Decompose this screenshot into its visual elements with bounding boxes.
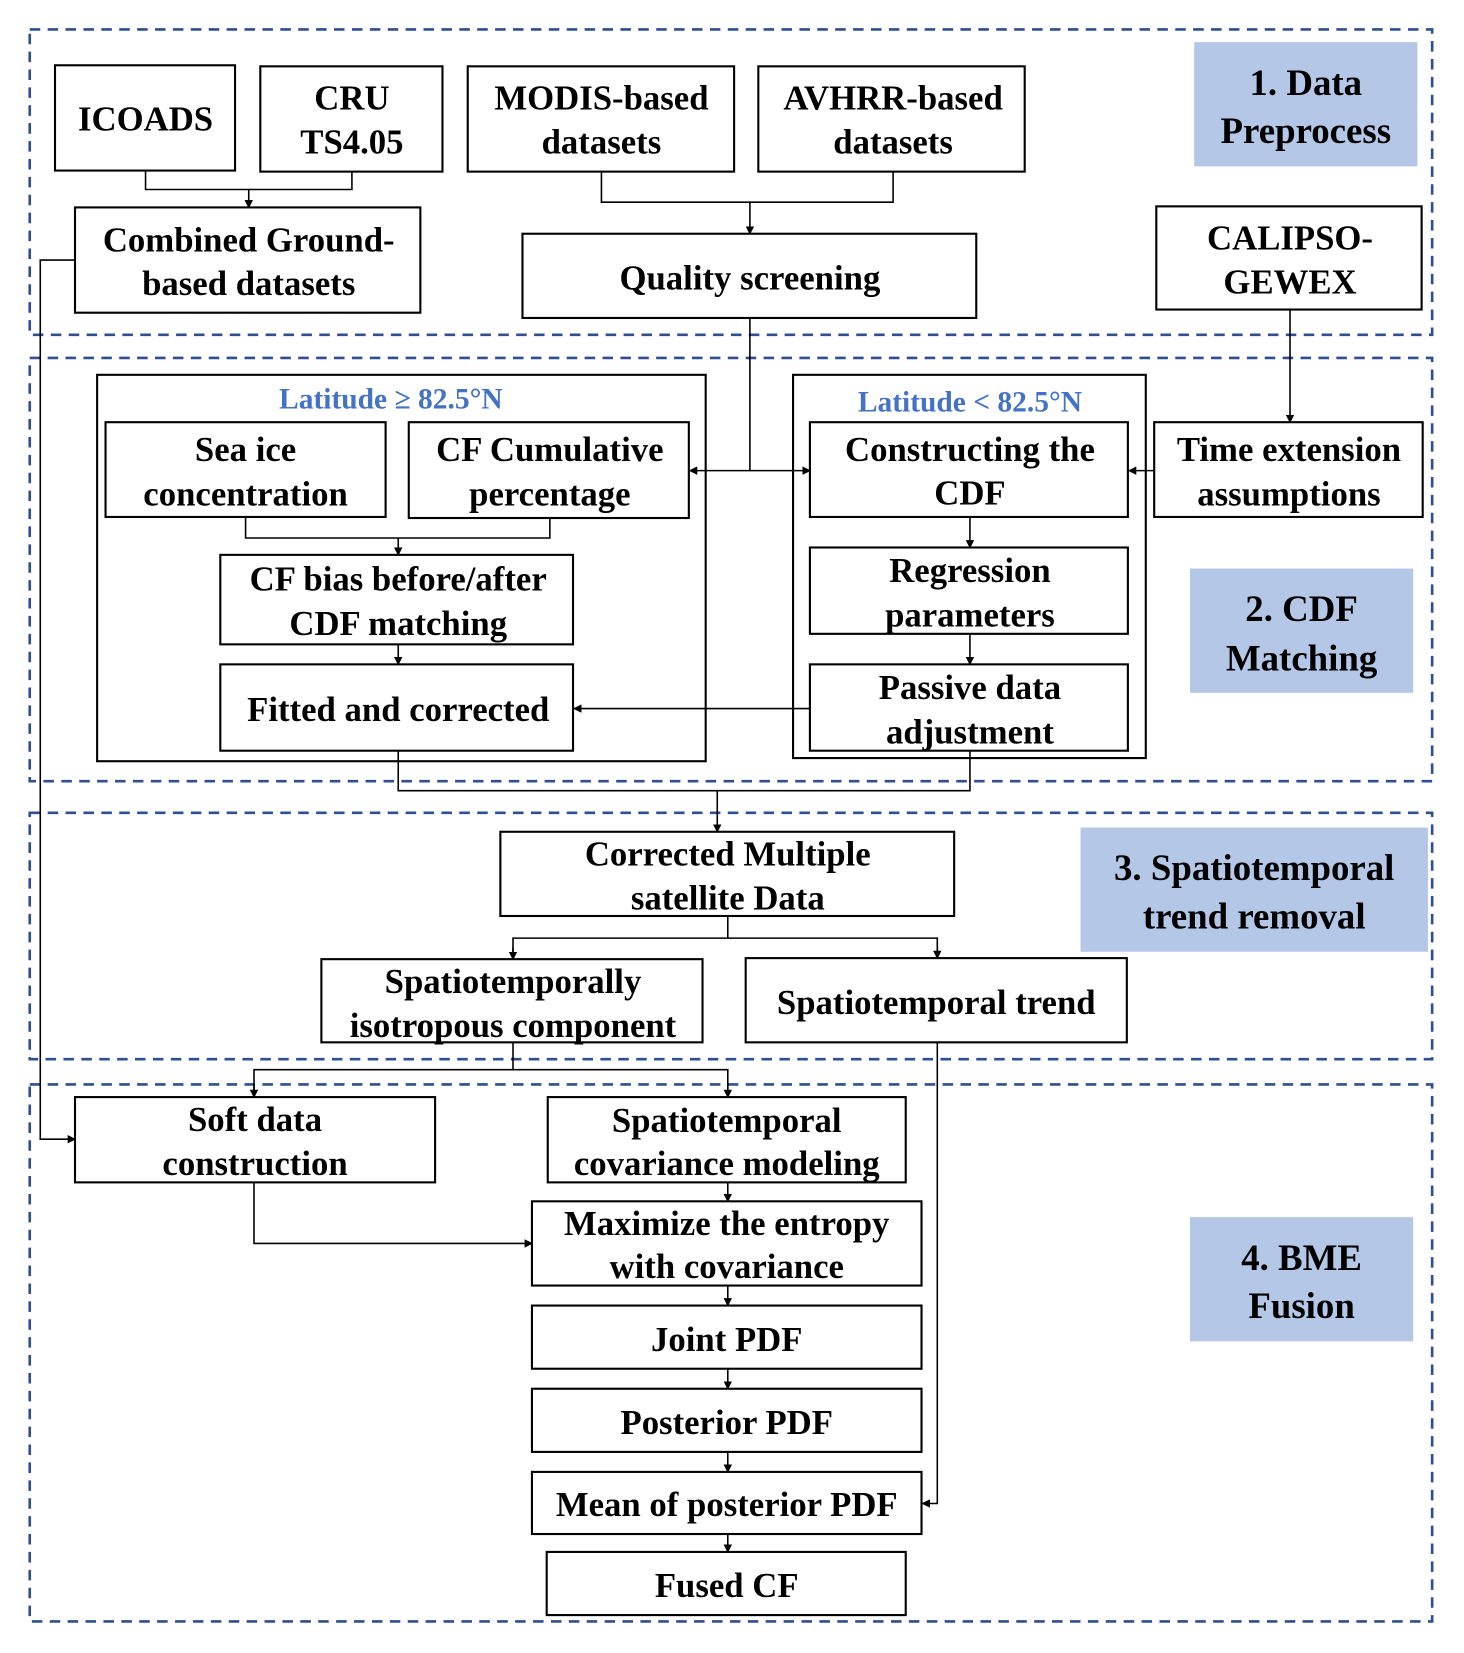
- svg-text:Regression: Regression: [889, 551, 1050, 590]
- box-modis: MODIS-based datasets: [466, 65, 736, 173]
- box-cf-bias: CF bias before/after CDF matching: [219, 553, 575, 646]
- svg-text:Quality screening: Quality screening: [619, 259, 880, 298]
- svg-text:parameters: parameters: [885, 595, 1055, 634]
- svg-text:Passive data: Passive data: [879, 668, 1061, 707]
- box-quality-screening: Quality screening: [521, 232, 978, 320]
- box-calipso: CALIPSO- GEWEX: [1155, 205, 1423, 311]
- svg-text:Posterior PDF: Posterior PDF: [620, 1403, 833, 1442]
- svg-text:Combined Ground-: Combined Ground-: [103, 221, 395, 260]
- svg-text:isotropous component: isotropous component: [350, 1006, 677, 1045]
- box-passive-adjustment: Passive data adjustment: [808, 663, 1129, 752]
- stage-label-2: 2. CDF Matching: [1189, 568, 1414, 693]
- svg-text:Spatiotemporally: Spatiotemporally: [385, 962, 642, 1001]
- svg-text:CALIPSO-: CALIPSO-: [1207, 219, 1373, 258]
- svg-text:satellite Data: satellite Data: [631, 879, 825, 918]
- svg-text:AVHRR-based: AVHRR-based: [783, 78, 1002, 117]
- svg-text:datasets: datasets: [833, 123, 953, 162]
- svg-text:trend removal: trend removal: [1143, 896, 1366, 937]
- svg-text:based datasets: based datasets: [142, 264, 355, 303]
- svg-text:Constructing the: Constructing the: [845, 430, 1095, 469]
- svg-text:Mean of posterior PDF: Mean of posterior PDF: [556, 1485, 898, 1524]
- svg-text:concentration: concentration: [143, 474, 348, 513]
- box-avhrr: AVHRR-based datasets: [757, 65, 1026, 173]
- svg-text:Spatiotemporal trend: Spatiotemporal trend: [777, 983, 1096, 1022]
- svg-text:Fitted and corrected: Fitted and corrected: [247, 690, 549, 729]
- low-latitude-label: Latitude < 82.5°N: [858, 387, 1082, 419]
- svg-text:Spatiotemporal: Spatiotemporal: [612, 1101, 842, 1140]
- svg-text:assumptions: assumptions: [1197, 474, 1380, 513]
- svg-text:2. CDF: 2. CDF: [1245, 588, 1358, 629]
- box-fitted-corrected: Fitted and corrected: [219, 663, 575, 752]
- svg-text:Matching: Matching: [1226, 638, 1378, 679]
- box-joint-pdf: Joint PDF: [530, 1304, 923, 1370]
- box-combined-ground: Combined Ground-based datasets: [73, 206, 422, 314]
- box-maximize-entropy: Maximize the entropy with covariance: [530, 1200, 923, 1287]
- svg-text:4. BME: 4. BME: [1241, 1237, 1362, 1278]
- box-isotropous: Spatiotemporally isotropous component: [320, 958, 704, 1045]
- box-cru: CRU TS4.05: [259, 65, 444, 173]
- svg-text:Sea ice: Sea ice: [195, 430, 296, 469]
- svg-text:Joint PDF: Joint PDF: [651, 1320, 802, 1359]
- svg-text:Fused CF: Fused CF: [655, 1566, 799, 1605]
- box-sea-ice: Sea ice concentration: [104, 421, 387, 519]
- stage-label-1: 1. Data Preprocess: [1194, 42, 1418, 167]
- svg-text:ICOADS: ICOADS: [78, 100, 213, 139]
- svg-text:CF bias before/after: CF bias before/after: [250, 560, 547, 599]
- svg-text:MODIS-based: MODIS-based: [494, 78, 708, 117]
- svg-text:1. Data: 1. Data: [1250, 62, 1363, 103]
- svg-text:CDF matching: CDF matching: [289, 604, 507, 643]
- flowchart: 1. Data Preprocess 2. CDF Matching 3. Sp…: [28, 28, 1434, 1623]
- high-latitude-label: Latitude ≥ 82.5°N: [279, 384, 503, 416]
- svg-text:Corrected Multiple: Corrected Multiple: [585, 834, 871, 873]
- box-corrected-multiple: Corrected Multiple satellite Data: [499, 830, 956, 918]
- box-mean-posterior: Mean of posterior PDF: [530, 1470, 923, 1536]
- box-constructing-cdf: Constructing the CDF: [808, 421, 1129, 519]
- box-time-extension: Time extension assumptions: [1153, 421, 1424, 519]
- box-fused-cf: Fused CF: [545, 1550, 907, 1617]
- stage-label-3: 3. Spatiotemporal trend removal: [1080, 827, 1428, 952]
- box-cf-cumulative: CF Cumulative percentage: [407, 421, 690, 520]
- svg-text:CRU: CRU: [314, 78, 389, 117]
- box-regression: Regression parameters: [808, 546, 1129, 635]
- box-covariance: Spatiotemporal covariance modeling: [546, 1096, 907, 1184]
- svg-text:Fusion: Fusion: [1248, 1285, 1354, 1326]
- svg-text:Preprocess: Preprocess: [1221, 110, 1392, 151]
- svg-text:percentage: percentage: [469, 474, 630, 513]
- svg-text:datasets: datasets: [542, 123, 662, 162]
- box-spatiotemporal-trend: Spatiotemporal trend: [744, 957, 1128, 1044]
- svg-text:Time extension: Time extension: [1177, 430, 1401, 469]
- stage-label-4: 4. BME Fusion: [1189, 1217, 1414, 1342]
- svg-text:3. Spatiotemporal: 3. Spatiotemporal: [1114, 847, 1394, 888]
- svg-text:CDF: CDF: [934, 473, 1005, 512]
- svg-text:Soft data: Soft data: [188, 1100, 322, 1139]
- svg-text:TS4.05: TS4.05: [300, 123, 403, 162]
- box-icoads: ICOADS: [53, 64, 237, 172]
- box-posterior-pdf: Posterior PDF: [530, 1387, 923, 1453]
- svg-text:construction: construction: [162, 1144, 347, 1183]
- svg-text:adjustment: adjustment: [886, 712, 1054, 751]
- svg-text:with covariance: with covariance: [610, 1247, 844, 1286]
- svg-text:GEWEX: GEWEX: [1223, 263, 1356, 302]
- svg-text:covariance modeling: covariance modeling: [574, 1144, 880, 1183]
- svg-text:Maximize the entropy: Maximize the entropy: [564, 1204, 890, 1243]
- box-soft-data: Soft data construction: [73, 1096, 437, 1184]
- svg-text:CF Cumulative: CF Cumulative: [436, 430, 663, 469]
